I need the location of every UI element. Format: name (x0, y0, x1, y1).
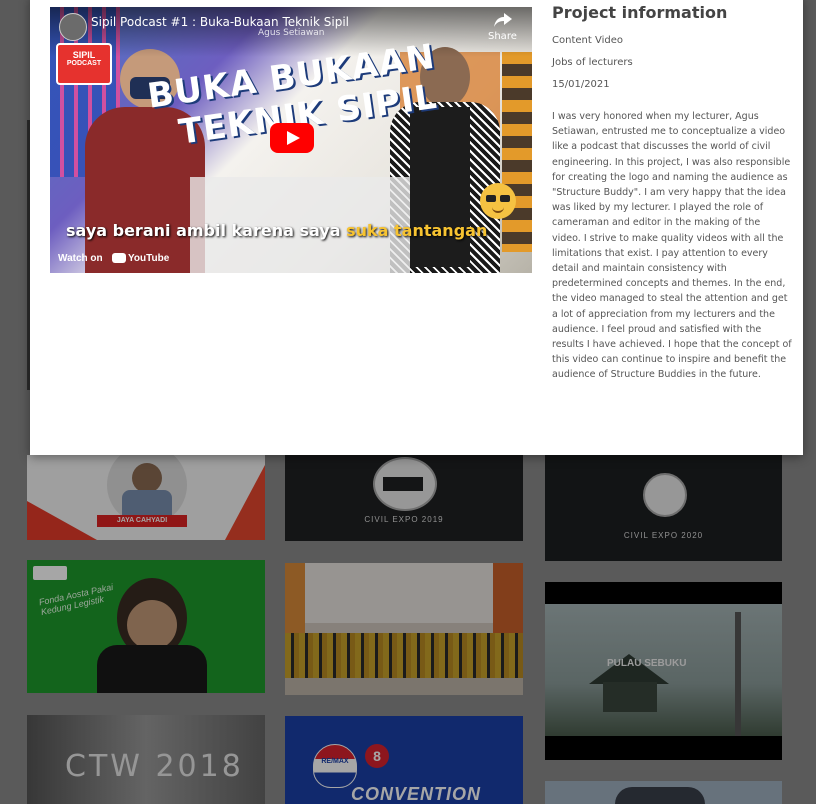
youtube-video-embed[interactable]: Sipil Podcast #1 : Buka-Bukaan Teknik Si… (50, 7, 532, 273)
project-info-heading: Project information (552, 3, 728, 22)
logo-line1: SIPIL (72, 50, 96, 60)
subtitle-prefix: saya berani ambil karena saya (66, 221, 347, 240)
sipil-podcast-logo: SIPIL PODCAST (56, 43, 112, 85)
logo-line2: PODCAST (66, 60, 102, 67)
play-icon (287, 131, 300, 145)
watch-on-youtube[interactable]: Watch on YouTube (50, 245, 170, 273)
sunglasses-emoji-icon (480, 183, 516, 219)
project-client: Jobs of lecturers (552, 57, 633, 68)
play-button[interactable] (270, 123, 314, 153)
share-label[interactable]: Share (488, 31, 517, 42)
channel-name[interactable]: Agus Setiawan (258, 28, 325, 38)
video-subtitle: saya berani ambil karena saya suka tanta… (66, 221, 487, 240)
project-info-panel: Project information Content Video Jobs o… (552, 0, 792, 383)
project-category: Content Video (552, 35, 623, 46)
youtube-label: YouTube (128, 253, 170, 264)
watch-on-label: Watch on (58, 253, 103, 264)
video-title[interactable]: Sipil Podcast #1 : Buka-Bukaan Teknik Si… (91, 15, 349, 29)
channel-avatar[interactable] (59, 13, 87, 41)
subtitle-highlight: suka tantangan (346, 221, 488, 240)
youtube-logo-icon (112, 253, 126, 263)
project-modal: Sipil Podcast #1 : Buka-Bukaan Teknik Si… (30, 0, 803, 455)
share-icon[interactable] (494, 13, 512, 27)
project-date: 15/01/2021 (552, 79, 610, 90)
project-description: I was very honored when my lecturer, Agu… (552, 111, 792, 381)
